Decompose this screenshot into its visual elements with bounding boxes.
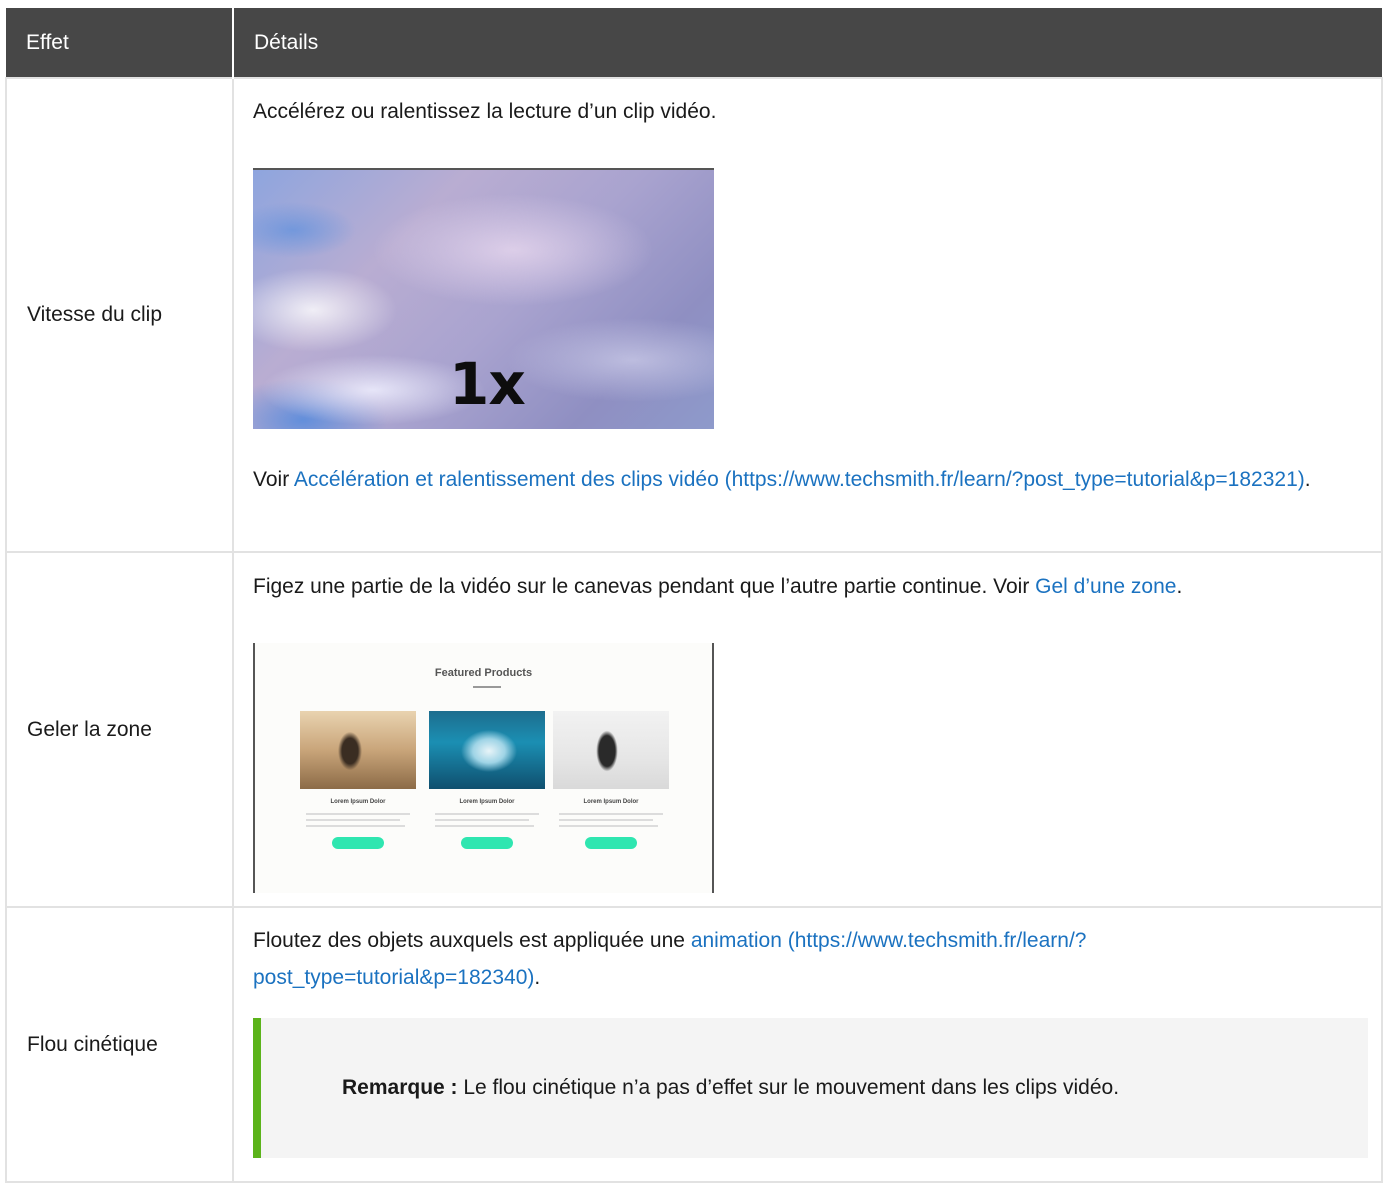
effect-description: Figez une partie de la vidéo sur le cane… [253,575,1036,598]
suffix: . [1304,468,1311,491]
freeze-region-preview-image: Featured Products Lorem Ipsum Dolor Lore… [253,643,714,893]
note-body: Le flou cinétique n’a pas d’effet sur le… [457,1076,1120,1099]
surfer-board-photo [553,711,669,789]
table-header-row: Effet Détails [6,8,1382,78]
suffix: . [1176,575,1183,598]
read-more-button [461,837,513,849]
effect-name: Flou cinétique [5,906,234,1183]
header-details: Détails [233,8,1382,78]
suffix: . [534,966,541,989]
title-underline [473,686,501,688]
table-row: Flou cinétique Floutez des objets auxque… [5,906,1383,1183]
read-more-button [585,837,637,849]
placeholder-text-lines [559,813,663,827]
see-prefix: Voir [253,468,294,491]
details-cell: Figez une partie de la vidéo sur le cane… [232,551,1383,908]
note-callout: Remarque : Le flou cinétique n’a pas d’e… [253,1018,1368,1158]
product-caption: Lorem Ipsum Dolor [583,799,639,805]
featured-products-title: Featured Products [434,667,533,679]
header-effect: Effet [6,8,234,78]
product-card: Lorem Ipsum Dolor [553,711,669,849]
note-label: Remarque : [342,1076,458,1099]
clip-speed-preview-image: 1x [253,168,714,429]
effects-table: Effet Détails Vitesse du clip Accélérez … [5,8,1383,1183]
table-row: Vitesse du clip Accélérez ou ralentissez… [5,77,1383,553]
freeze-region-link[interactable]: Gel d’une zone [1035,575,1176,598]
read-more-button [332,837,384,849]
effect-name: Geler la zone [5,551,234,908]
speed-label: 1x [449,350,526,418]
product-caption: Lorem Ipsum Dolor [330,799,386,805]
effect-name: Vitesse du clip [5,77,234,553]
product-card: Lorem Ipsum Dolor [300,711,416,849]
table-row: Geler la zone Figez une partie de la vid… [5,551,1383,908]
clip-speed-tutorial-link[interactable]: Accélération et ralentissement des clips… [294,468,1305,491]
product-card: Lorem Ipsum Dolor [429,711,545,849]
see-also-paragraph: Voir Accélération et ralentissement des … [253,461,1363,498]
details-cell: Accélérez ou ralentissez la lecture d’un… [232,77,1383,553]
effect-description: Accélérez ou ralentissez la lecture d’un… [253,100,717,123]
product-caption: Lorem Ipsum Dolor [459,799,515,805]
effect-description: Floutez des objets auxquels est appliqué… [253,929,691,952]
placeholder-text-lines [435,813,539,827]
surfer-beach-photo [300,711,416,789]
effect-description-paragraph: Floutez des objets auxquels est appliqué… [253,922,1363,996]
surfer-wave-photo [429,711,545,789]
effects-table-wrapper: Effet Détails Vitesse du clip Accélérez … [5,8,1383,1183]
effect-description-paragraph: Figez une partie de la vidéo sur le cane… [253,568,1363,605]
note-text: Remarque : Le flou cinétique n’a pas d’e… [342,1076,1119,1100]
placeholder-text-lines [306,813,410,827]
details-cell: Floutez des objets auxquels est appliqué… [232,906,1383,1183]
